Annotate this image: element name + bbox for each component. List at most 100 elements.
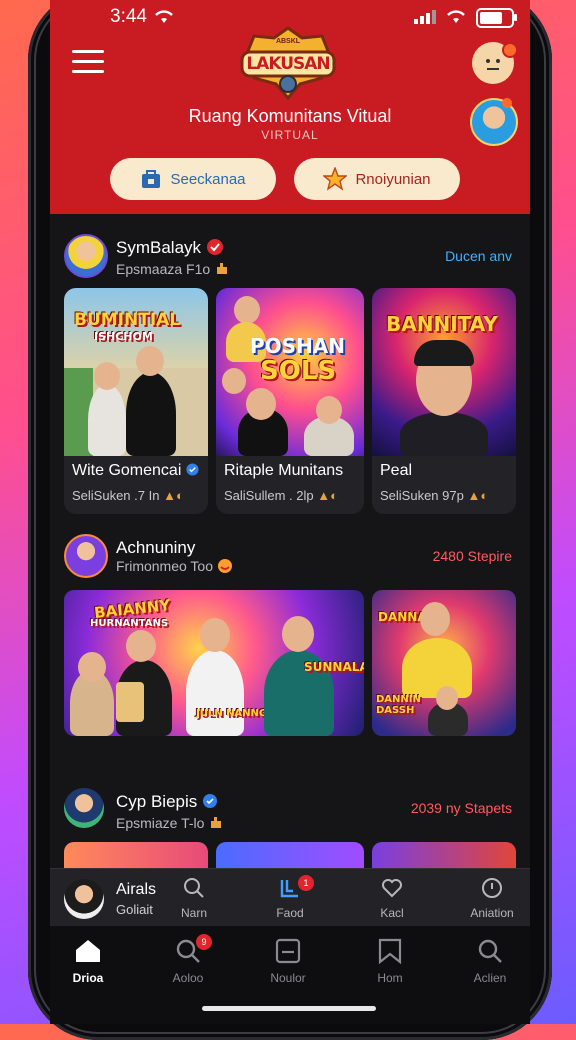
battery-icon [476, 8, 514, 28]
featured-banner[interactable]: BAIANNY HURNANTANS JULN NANNGH SUNNALAH [64, 590, 364, 736]
person-head [282, 616, 314, 652]
status-bar: 3:44 [50, 4, 530, 28]
card-meta: SeliSuken .7 In ▲◐ [72, 488, 184, 503]
bag-icon [142, 170, 161, 188]
menu-button[interactable] [72, 50, 104, 76]
card-poster: BANNITAY [372, 288, 516, 456]
hair-shape [414, 340, 474, 366]
mini-item-label: Kacl [380, 906, 404, 920]
person-head [94, 362, 120, 390]
poster-subtitle: ISHCHOM [94, 330, 153, 343]
feed-badge: 1 [298, 875, 314, 891]
card-poster: POSHAN SOLS [216, 288, 364, 456]
profile-badge [502, 98, 512, 108]
star-icon [323, 167, 348, 191]
tab-search[interactable]: Aoloo 9 [152, 934, 224, 985]
page-title: Ruang Komunitans Vitual [188, 106, 392, 126]
tab-aclien[interactable]: Aclien [454, 938, 526, 985]
person-head [78, 652, 106, 682]
hand-icon [211, 817, 222, 828]
person-head [234, 296, 260, 324]
section-name: SymBalayk [116, 238, 224, 258]
tab-badge: 9 [196, 934, 212, 950]
person-head [436, 686, 458, 710]
content-card[interactable]: BANNITAY Peal SeliSuken 97p ▲◐ [372, 288, 516, 514]
tab-label: Drioa [72, 971, 104, 985]
mini-player-name: Airals [116, 881, 157, 898]
featured-banner[interactable]: DANNAS DANNIN DASSH [372, 590, 516, 736]
person-head [420, 602, 450, 636]
app-logo: ABSKL LAKUSAN [238, 26, 338, 101]
section-avatar[interactable] [64, 534, 108, 578]
tab-label: Hom [377, 971, 403, 985]
mini-item-label: Aniation [470, 906, 514, 920]
home-icon [76, 940, 100, 962]
person-figure [186, 650, 244, 736]
info-icon [482, 878, 502, 898]
tab-label: Aclien [473, 971, 507, 985]
heart-icon [382, 879, 402, 898]
signal-icon [414, 10, 436, 24]
search-pill-label: Seeckanaa [170, 170, 246, 188]
mini-player-subtitle: Goliait [116, 902, 153, 917]
battery-tip [514, 14, 517, 21]
person-head [222, 368, 246, 394]
mini-item-label: Narn [180, 906, 207, 920]
search-pill-button[interactable]: Seeckanaa [110, 158, 276, 200]
mini-item-label: Faod [276, 906, 304, 920]
verified-icon [203, 794, 217, 808]
home-indicator[interactable] [202, 1006, 376, 1011]
mini-player-avatar[interactable] [64, 879, 104, 919]
tab-home[interactable]: Drioa [52, 938, 124, 985]
person-head [126, 630, 156, 662]
banner-tag: SUNNALAH [304, 660, 364, 674]
mini-feed-button[interactable]: Faod 1 [260, 875, 320, 920]
person-figure [88, 384, 126, 456]
section-subtitle: Frimonmeo Too [116, 558, 233, 574]
person-figure [126, 372, 176, 456]
mini-info-button[interactable]: Aniation [462, 877, 522, 920]
wifi-icon [155, 10, 173, 23]
card-title: Ritaple Munitans [224, 462, 344, 479]
section-avatar[interactable] [64, 234, 108, 278]
person-head [246, 388, 276, 420]
poster-title: POSHAN [250, 334, 346, 358]
section-link[interactable]: 2480 Stepire [433, 548, 512, 564]
card-meta: SeliSuken 97p ▲◐ [380, 488, 489, 503]
poster-title: BUMINTIAL [74, 310, 181, 330]
snack-box [116, 682, 144, 722]
person-figure [400, 412, 488, 456]
square-icon [275, 938, 301, 964]
poster-title: BANNITAY [386, 312, 498, 336]
tab-noulor[interactable]: Noulor [252, 938, 324, 985]
person-head [316, 396, 342, 424]
section-subtitle: Epsmaaza F1o [116, 260, 230, 277]
app-screen: 3:44 ABSKL LAKUSAN Ruang Komunitans Vitu… [50, 0, 530, 1024]
content-card[interactable]: BUMINTIAL ISHCHOM Wite Gomencai SeliSuke… [64, 288, 208, 514]
bookmark-icon [378, 938, 402, 965]
favorites-pill-button[interactable]: Rnoiyunian [294, 158, 460, 200]
person-figure [402, 638, 472, 698]
hand-icon [217, 263, 228, 274]
wifi-icon [447, 10, 465, 23]
section-link[interactable]: Ducen anv [445, 248, 512, 264]
app-header: 3:44 ABSKL LAKUSAN Ruang Komunitans Vitu… [50, 0, 530, 214]
person-head [136, 346, 164, 376]
page-subtitle: VIRTUAL [261, 128, 319, 142]
mini-like-button[interactable]: Kacl [362, 877, 422, 920]
verified-icon [206, 239, 223, 255]
notification-badge [502, 42, 518, 58]
person-head [200, 618, 230, 652]
tab-label: Aoloo [172, 971, 204, 985]
card-meta: SaliSullem . 2lp ▲◐ [224, 488, 338, 503]
logo-top-text: ABSKL [275, 38, 301, 45]
section-link[interactable]: 2039 ny Stapets [411, 800, 512, 816]
tab-hom[interactable]: Hom [354, 938, 426, 985]
section-name: Achnuniny [116, 538, 196, 557]
content-card[interactable]: POSHAN SOLS Ritaple Munitans SaliSullem … [216, 288, 364, 514]
logo-text: LAKUSAN [246, 54, 330, 74]
section-subtitle: Epsmiaze T-lo [116, 814, 224, 831]
section-name: Cyp Biepis [116, 792, 218, 812]
mini-search-button[interactable]: Narn [164, 877, 224, 920]
section-avatar[interactable] [64, 788, 104, 828]
